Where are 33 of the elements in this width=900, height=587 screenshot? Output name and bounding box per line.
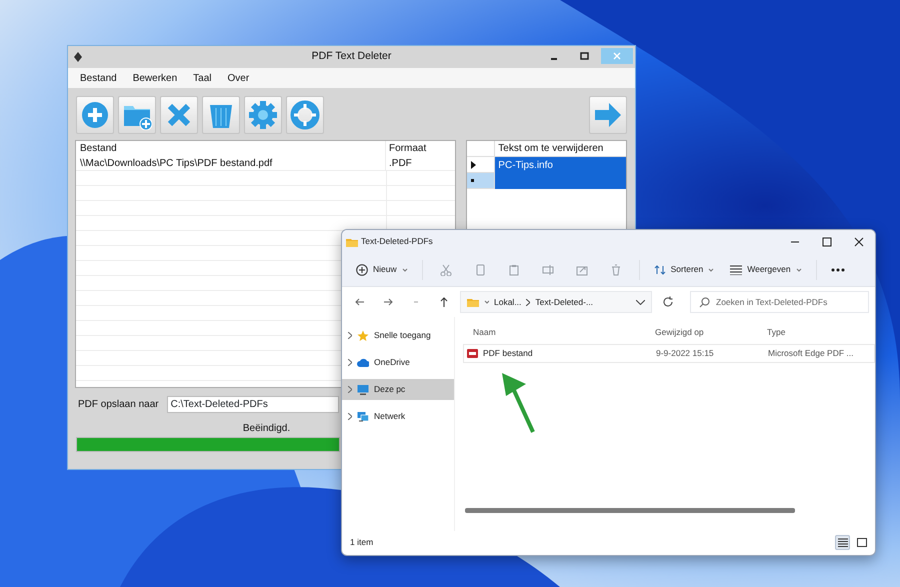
- window-title: PDF Text Deleter: [312, 49, 392, 64]
- window-title: Text-Deleted-PDFs: [361, 235, 433, 248]
- column-header: Bestand: [76, 141, 386, 156]
- nav-item[interactable]: Snelle toegang: [342, 325, 454, 346]
- file-date: 9-9-2022 15:15: [656, 347, 715, 360]
- column-header: Formaat: [388, 142, 428, 156]
- address-bar[interactable]: Lokal... Text-Deleted-...: [460, 291, 652, 313]
- status-text: 1 item: [350, 536, 374, 548]
- sort-button[interactable]: Sorteren: [648, 260, 720, 279]
- menu-item[interactable]: Over: [228, 70, 250, 86]
- menu-item[interactable]: Bestand: [80, 70, 117, 86]
- file-type: Microsoft Edge PDF ...: [768, 347, 854, 360]
- menu-item[interactable]: Taal: [193, 70, 212, 86]
- view-button[interactable]: Weergeven: [724, 260, 808, 279]
- file-row[interactable]: PDF bestand 9-9-2022 15:15 Microsoft Edge PDF ...: [463, 344, 875, 363]
- search-field[interactable]: Zoeken in Text-Deleted-PDFs: [690, 291, 869, 313]
- file-name: PDF bestand: [483, 347, 533, 360]
- breadcrumb-item[interactable]: Text-Deleted-...: [535, 296, 594, 308]
- column-header[interactable]: Gewijzigd op: [655, 326, 767, 338]
- nav-item[interactable]: Deze pc: [342, 379, 454, 400]
- new-button[interactable]: Nieuw: [350, 260, 414, 279]
- table-cell-text: .PDF: [388, 156, 413, 170]
- breadcrumb-item[interactable]: Lokal...: [494, 296, 522, 308]
- table-cell[interactable]: PC-Tips.info: [495, 157, 626, 173]
- menu-item[interactable]: Bewerken: [132, 70, 178, 86]
- table-cell: \\Mac\Downloads\PC Tips\PDF bestand.pdf: [76, 156, 386, 170]
- column-header[interactable]: Type: [767, 326, 867, 338]
- column-header[interactable]: Naam: [455, 326, 655, 338]
- nav-item[interactable]: OneDrive: [342, 352, 454, 373]
- status-text: Beëindigd.: [242, 423, 290, 434]
- nav-item[interactable]: Netwerk: [342, 406, 454, 427]
- save-path-field[interactable]: C:\Text-Deleted-PDFs: [166, 396, 339, 413]
- field-label: PDF opslaan naar: [78, 398, 159, 412]
